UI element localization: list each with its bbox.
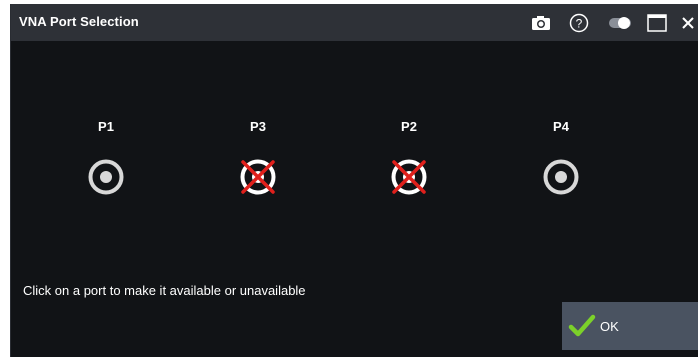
port-label: P4 bbox=[553, 119, 569, 134]
instruction-text: Click on a port to make it available or … bbox=[23, 283, 306, 298]
help-icon[interactable]: ? bbox=[566, 4, 592, 41]
checkmark-icon bbox=[568, 314, 596, 337]
port-label: P1 bbox=[98, 119, 114, 134]
svg-text:?: ? bbox=[576, 16, 583, 30]
vna-port-selection-dialog: VNA Port Selection ? P1 P3 P2 P4 Click o… bbox=[10, 4, 698, 357]
port-label: P2 bbox=[401, 119, 417, 134]
maximize-icon[interactable] bbox=[645, 4, 669, 41]
title-bar: VNA Port Selection ? bbox=[11, 4, 698, 41]
port-label: P3 bbox=[250, 119, 266, 134]
ok-button[interactable]: OK bbox=[562, 302, 698, 350]
port-available-icon bbox=[88, 159, 124, 195]
close-icon[interactable] bbox=[677, 4, 698, 41]
port-available-icon bbox=[543, 159, 579, 195]
ok-button-label: OK bbox=[600, 319, 619, 334]
camera-icon[interactable] bbox=[529, 4, 553, 41]
dialog-title: VNA Port Selection bbox=[19, 14, 139, 29]
port-unavailable-icon bbox=[391, 159, 427, 195]
toggle-icon[interactable] bbox=[605, 4, 635, 41]
port-unavailable-icon bbox=[240, 159, 276, 195]
